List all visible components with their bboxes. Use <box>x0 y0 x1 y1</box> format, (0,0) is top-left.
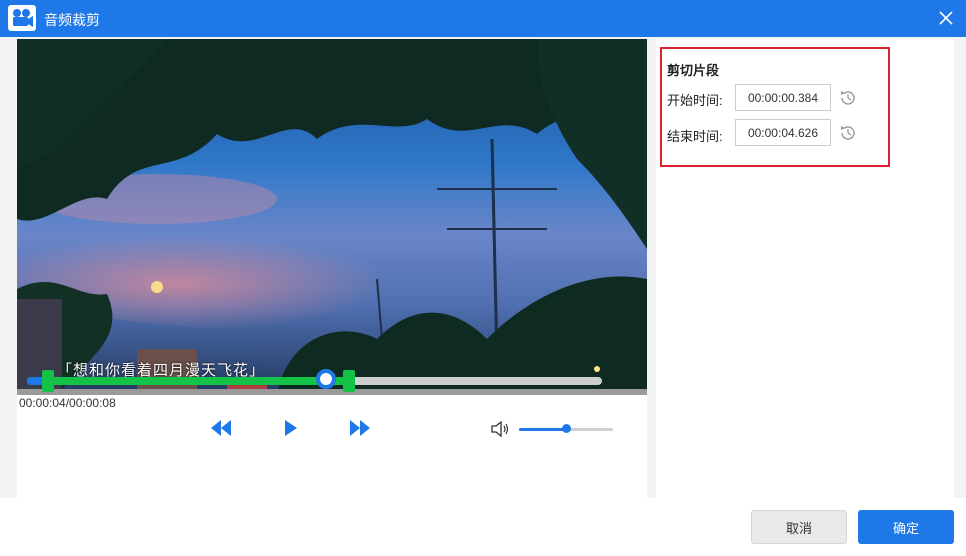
end-time-field[interactable] <box>735 119 831 146</box>
window-title: 音频裁剪 <box>44 12 100 28</box>
start-time-label: 开始时间: <box>667 93 723 108</box>
video-preview[interactable]: 「想和你看着四月漫天飞花」 <box>17 39 647 395</box>
play-icon[interactable] <box>283 418 299 443</box>
timeline-progress <box>47 377 349 385</box>
start-time-field[interactable] <box>735 84 831 111</box>
clock-reset-icon[interactable] <box>838 88 858 108</box>
video-camera-icon <box>8 5 36 31</box>
fast-forward-icon[interactable] <box>349 418 371 443</box>
speaker-icon[interactable] <box>490 420 510 442</box>
clip-start-handle[interactable] <box>41 370 54 392</box>
volume-knob[interactable] <box>561 424 571 433</box>
clock-reset-icon[interactable] <box>838 123 858 143</box>
video-frame-image <box>17 39 647 395</box>
clip-heading: 剪切片段 <box>667 63 720 78</box>
rewind-icon[interactable] <box>210 418 232 443</box>
end-time-label: 结束时间: <box>667 129 723 144</box>
confirm-button[interactable]: 确定 <box>858 510 954 544</box>
volume-level <box>519 428 566 431</box>
playhead-knob[interactable] <box>316 369 336 389</box>
clip-end-handle[interactable] <box>343 370 355 392</box>
title-bar: 音频裁剪 <box>0 0 966 37</box>
close-icon[interactable] <box>934 6 958 30</box>
time-display: 00:00:04/00:00:08 <box>19 396 116 410</box>
audio-trim-dialog: 音频裁剪 「想和你看着四月漫天飞花」 00:00:04/00:00:08 剪切片… <box>0 0 966 556</box>
cancel-button[interactable]: 取消 <box>751 510 847 544</box>
